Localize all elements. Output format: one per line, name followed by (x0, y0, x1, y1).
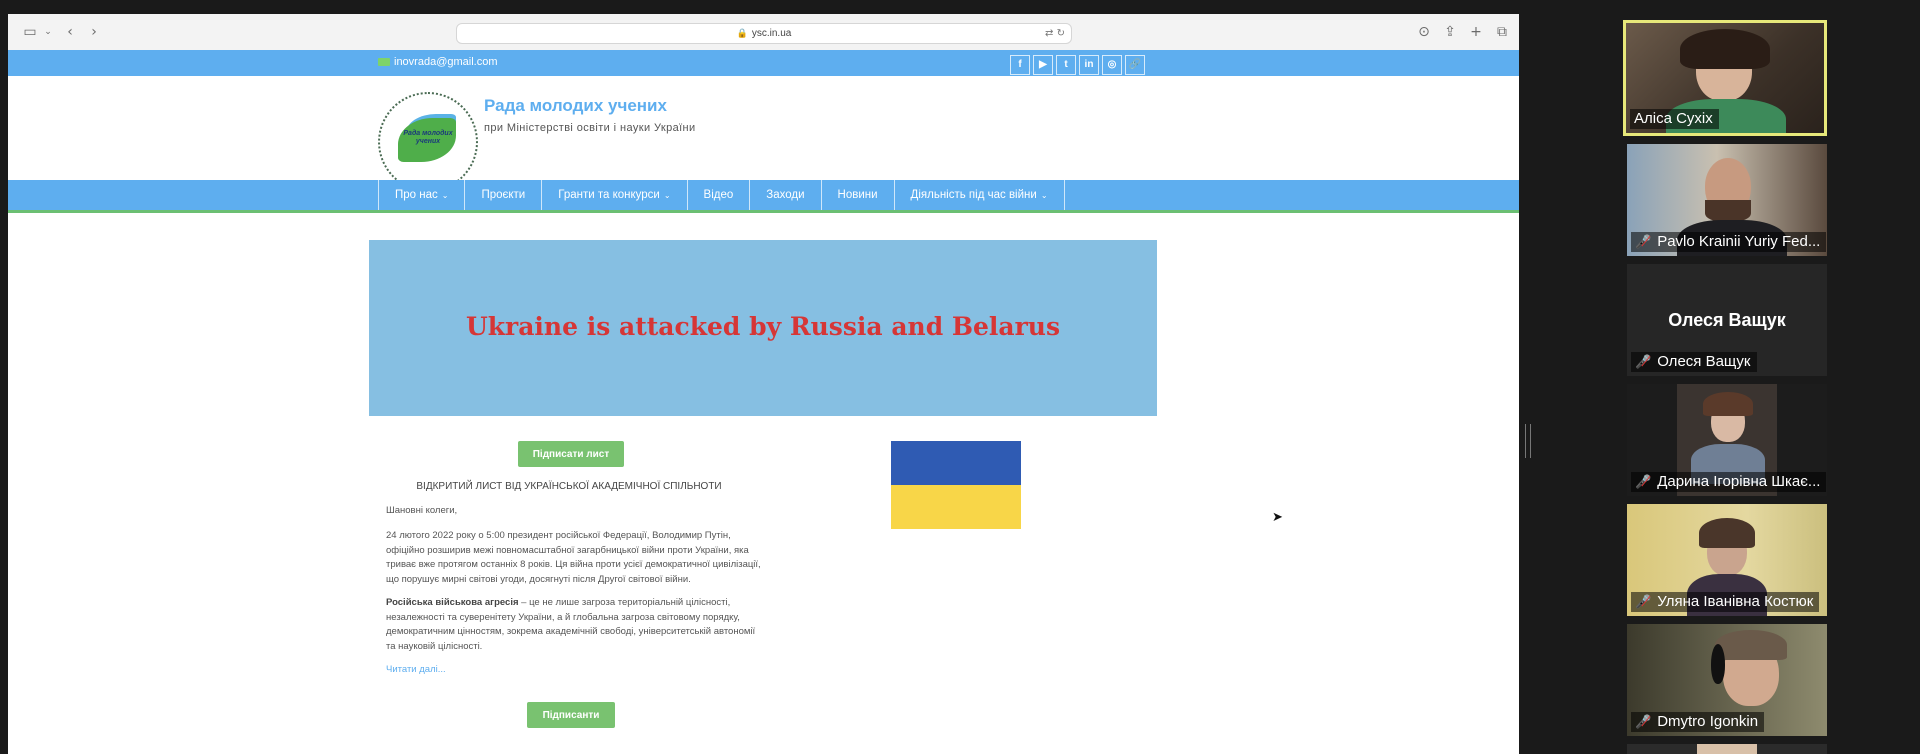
chevron-down-icon: ⌄ (441, 191, 449, 200)
participant-name: 🎤̸ Dmytro Igonkin (1631, 712, 1765, 732)
ukraine-flag (891, 441, 1021, 529)
tabs-icon[interactable]: ⧉ (1492, 22, 1512, 42)
letter-title: ВІДКРИТИЙ ЛИСТ ВІД УКРАЇНСЬКОЇ АКАДЕМІЧН… (416, 481, 722, 492)
nav-item-news[interactable]: Новини (820, 180, 894, 210)
youtube-icon[interactable]: ▶ (1033, 55, 1053, 75)
bold-text: Російська військова агресія (386, 597, 519, 608)
reload-icon[interactable]: ↻ (1057, 28, 1065, 39)
read-more-link[interactable]: Читати далі... (386, 664, 446, 675)
muted-mic-icon: 🎤̸ (1635, 715, 1652, 730)
participant-tile[interactable]: Олеся Ващук 🎤̸ Олеся Ващук (1627, 264, 1827, 376)
url-text: ysc.in.ua (751, 28, 792, 39)
nav-item-projects[interactable]: Проєкти (464, 180, 541, 210)
facebook-icon[interactable]: f (1010, 55, 1030, 75)
nav-label: Проєкти (481, 189, 526, 201)
sidebar-icon[interactable]: ▭ (20, 22, 40, 42)
nav-label: Діяльність під час війни (910, 189, 1037, 201)
war-banner: Ukraine is attacked by Russia and Belaru… (369, 240, 1157, 416)
nav-item-events[interactable]: Заходи (749, 180, 820, 210)
mail-icon (378, 58, 390, 67)
chevron-down-icon: ⌄ (663, 191, 671, 200)
browser-toolbar: ▭ ⌄ ‹ › 🔒 ysc.in.ua ⇄ ↻ ⊙ ⇪ + ⧉ (8, 14, 1519, 51)
main-nav: Про нас ⌄ Проєкти Гранти та конкурси ⌄ Від… (8, 180, 1519, 213)
shared-screen: ▭ ⌄ ‹ › 🔒 ysc.in.ua ⇄ ↻ ⊙ ⇪ + ⧉ inovrada@… (8, 14, 1519, 754)
instagram-icon[interactable]: ◎ (1102, 55, 1122, 75)
forward-icon[interactable]: › (84, 22, 104, 42)
letter-greeting: Шановні колеги, (386, 505, 458, 516)
chevron-down-icon: ⌄ (1040, 191, 1048, 200)
banner-text: Ukraine is attacked by Russia and Belaru… (465, 312, 1061, 341)
participant-name: 🎤̸ Олеся Ващук (1631, 352, 1757, 372)
site-subtitle: при Міністерстві освіти і науки України (484, 122, 696, 134)
letter-paragraph: 24 лютого 2022 року о 5:00 президент рос… (386, 530, 761, 585)
download-icon[interactable]: ⊙ (1414, 22, 1434, 42)
signatories-button[interactable]: Підписанти (527, 702, 615, 728)
nav-label: Про нас (395, 189, 438, 201)
mouse-cursor-icon: ➤ (1272, 510, 1283, 525)
nav-item-about[interactable]: Про нас ⌄ (378, 180, 464, 210)
letter-paragraph: Російська військова агресія – це не лише… (386, 596, 766, 654)
logo-text: Рада молодих учених (403, 130, 453, 145)
muted-mic-icon: 🎤̸ (1635, 355, 1652, 370)
participant-name: 🎤̸ Уляна Іванівна Костюк (1631, 592, 1820, 612)
social-links: f ▶ t in ◎ 🔗 (1010, 54, 1148, 75)
chevron-down-icon[interactable]: ⌄ (38, 22, 58, 42)
participant-name: 🎤̸ Дарина Ігорівна Шкає... (1631, 472, 1827, 492)
link-icon[interactable]: 🔗 (1125, 55, 1145, 75)
site-title[interactable]: Рада молодих учених (484, 96, 667, 116)
nav-label: Гранти та конкурси (558, 189, 660, 201)
participant-tile[interactable] (1627, 744, 1827, 754)
linkedin-icon[interactable]: in (1079, 55, 1099, 75)
nav-item-war-activity[interactable]: Діяльність під час війни ⌄ (893, 180, 1065, 210)
nav-item-video[interactable]: Відео (686, 180, 750, 210)
nav-label: Відео (703, 189, 734, 201)
muted-mic-icon: 🎤̸ (1635, 235, 1652, 250)
nav-item-grants[interactable]: Гранти та конкурси ⌄ (541, 180, 686, 210)
site-topbar: inovrada@gmail.com f ▶ t in ◎ 🔗 (8, 50, 1519, 76)
share-icon[interactable]: ⇪ (1440, 22, 1460, 42)
muted-mic-icon: 🎤̸ (1635, 595, 1652, 610)
participant-display-name: Олеся Ващук (1668, 310, 1786, 330)
participant-tile[interactable]: 🎤̸ Pavlo Krainii Yuriy Fed... (1627, 144, 1827, 256)
lock-icon: 🔒 (736, 29, 748, 39)
email-text: inovrada@gmail.com (394, 56, 498, 68)
participant-tile[interactable]: 🎤̸ Уляна Іванівна Костюк (1627, 504, 1827, 616)
participant-name: 🎤̸ Pavlo Krainii Yuriy Fed... (1631, 232, 1827, 252)
sign-letter-button[interactable]: Підписати лист (518, 441, 624, 467)
participant-tile[interactable]: 🎤̸ Dmytro Igonkin (1627, 624, 1827, 736)
nav-label: Заходи (766, 189, 805, 201)
muted-mic-icon: 🎤̸ (1635, 475, 1652, 490)
twitter-icon[interactable]: t (1056, 55, 1076, 75)
new-tab-icon[interactable]: + (1466, 22, 1486, 42)
panel-splitter[interactable] (1525, 424, 1531, 458)
site-logo[interactable]: Рада молодих учених (378, 92, 478, 192)
participant-name: Аліса Сухіх (1630, 109, 1719, 129)
back-icon[interactable]: ‹ (60, 22, 80, 42)
site-header: Рада молодих учених Рада молодих учених … (8, 76, 1519, 192)
participant-tile[interactable]: 🎤̸ Дарина Ігорівна Шкає... (1627, 384, 1827, 496)
nav-label: Новини (837, 189, 878, 201)
address-bar[interactable]: 🔒 ysc.in.ua ⇄ ↻ (456, 23, 1072, 44)
translate-icon[interactable]: ⇄ (1045, 28, 1053, 39)
contact-email[interactable]: inovrada@gmail.com (378, 56, 498, 68)
participant-tile[interactable]: Аліса Сухіх (1623, 20, 1827, 136)
